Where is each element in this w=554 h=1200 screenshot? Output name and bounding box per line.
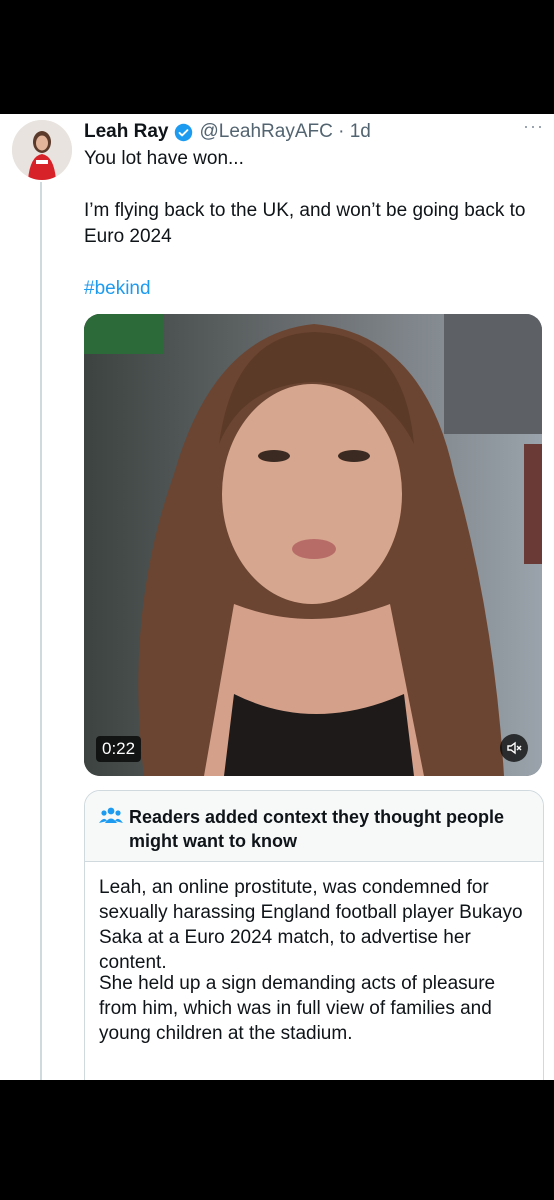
video-player[interactable]: 0:22 — [84, 314, 542, 776]
hashtag-link[interactable]: #bekind — [84, 278, 151, 300]
thread-line — [40, 182, 42, 1080]
community-note-paragraph-1: Leah, an online prostitute, was condemne… — [99, 877, 523, 973]
community-note-title: Readers added context they thought peopl… — [129, 807, 505, 851]
tweet-card[interactable]: Leah Ray @LeahRayAFC · 1d ··· You lot ha… — [0, 114, 554, 1080]
community-note-header: Readers added context they thought peopl… — [85, 791, 543, 862]
people-icon — [99, 807, 123, 823]
speaker-muted-icon[interactable] — [500, 734, 528, 762]
tweet-text-line2: I’m flying back to the UK, and won’t be … — [84, 200, 526, 247]
avatar[interactable] — [12, 120, 72, 180]
video-frame — [84, 314, 542, 776]
video-duration: 0:22 — [96, 736, 142, 762]
verified-badge-icon — [175, 123, 193, 141]
author-name[interactable]: Leah Ray — [84, 121, 168, 143]
community-note[interactable]: Readers added context they thought peopl… — [84, 790, 544, 1080]
tweet-text-line1: You lot have won... — [84, 148, 244, 169]
author-handle[interactable]: @LeahRayAFC · 1d — [199, 121, 370, 143]
community-note-paragraph-2: She held up a sign demanding acts of ple… — [99, 973, 496, 1044]
more-options-icon[interactable]: ··· — [523, 116, 544, 137]
